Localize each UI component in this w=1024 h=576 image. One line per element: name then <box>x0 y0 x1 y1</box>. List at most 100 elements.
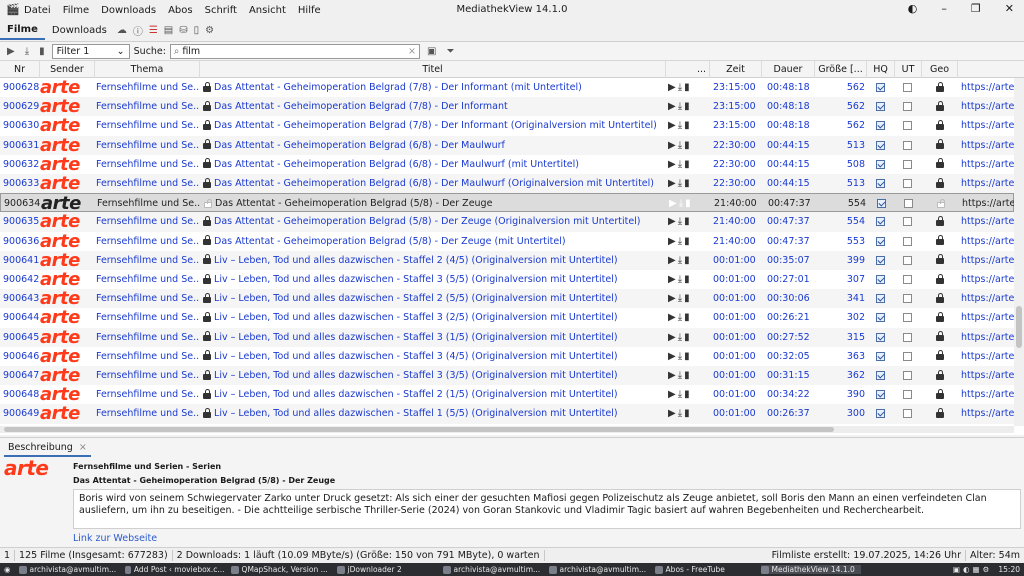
hq-checkbox[interactable] <box>876 332 885 342</box>
table-row[interactable]: 900632 arte Fernsehfilme und Se... Das Att… <box>0 155 1014 174</box>
cell-url[interactable]: https://arte <box>961 212 1014 231</box>
col-ut[interactable]: UT <box>895 61 922 78</box>
taskbar-item[interactable]: Abos - FreeTube <box>654 565 755 574</box>
bookmark-icon[interactable]: ▮ <box>684 140 692 151</box>
table-row[interactable]: 900634 arte Fernsehfilme und Se... Das Att… <box>0 193 1015 213</box>
ut-checkbox[interactable] <box>903 313 912 323</box>
play-icon[interactable]: ▶ <box>668 312 678 323</box>
col-groesse[interactable]: Größe [... <box>815 61 867 78</box>
bookmark-icon[interactable]: ▮ <box>684 216 692 227</box>
hq-checkbox[interactable] <box>876 217 885 227</box>
bookmark-icon[interactable]: ▮ <box>684 255 692 266</box>
ut-checkbox[interactable] <box>903 159 912 169</box>
ut-checkbox[interactable] <box>903 294 912 304</box>
col-nr[interactable]: Nr <box>0 61 40 78</box>
table-row[interactable]: 900647 arte Fernsehfilme und Se... Liv – L… <box>0 366 1014 386</box>
hq-checkbox[interactable] <box>876 159 885 169</box>
database-icon[interactable]: ⛁ <box>179 25 187 36</box>
play-icon[interactable]: ▶ <box>668 159 678 170</box>
cell-url[interactable]: https://arte <box>961 251 1014 270</box>
menu-downloads[interactable]: Downloads <box>101 5 156 16</box>
ut-checkbox[interactable] <box>903 102 912 112</box>
play-icon[interactable]: ▶ <box>668 255 678 266</box>
tab-downloads[interactable]: Downloads <box>45 22 114 39</box>
bookmark-icon[interactable]: ▮ <box>684 82 692 93</box>
col-thema[interactable]: Thema <box>95 61 200 78</box>
theme-toggle-icon[interactable]: ◐ <box>908 2 918 15</box>
bookmark-icon[interactable]: ▮ <box>684 101 692 112</box>
bookmark-icon[interactable]: ▮ <box>684 159 692 170</box>
cell-url[interactable]: https://arte <box>961 404 1014 423</box>
table-row[interactable]: 900629 arte Fernsehfilme und Se... Das Att… <box>0 97 1014 117</box>
cell-url[interactable]: https://arte <box>961 116 1014 135</box>
close-tab-icon[interactable]: × <box>79 442 87 453</box>
tab-filme[interactable]: Filme <box>0 21 45 40</box>
bookmark-icon[interactable]: ▮ <box>684 120 692 131</box>
col-titel[interactable]: Titel <box>200 61 666 78</box>
close-button[interactable]: ✕ <box>1005 2 1014 15</box>
bookmark-icon[interactable]: ▮ <box>684 274 692 285</box>
minimize-button[interactable]: – <box>941 2 947 15</box>
ut-checkbox[interactable] <box>903 275 912 284</box>
hq-checkbox[interactable] <box>876 313 885 323</box>
menu-datei[interactable]: Datei <box>24 5 51 16</box>
table-row[interactable]: 900642 arte Fernsehfilme und Se... Liv – L… <box>0 270 1014 289</box>
cell-url[interactable]: https://arte <box>961 385 1014 404</box>
menu-ansicht[interactable]: Ansicht <box>249 5 286 16</box>
table-row[interactable]: 900635 arte Fernsehfilme und Se... Das Att… <box>0 212 1014 232</box>
bookmark-icon[interactable]: ▮ <box>684 370 692 381</box>
table-row[interactable]: 900636 arte Fernsehfilme und Se... Das Att… <box>0 232 1014 251</box>
list-icon[interactable]: ☰ <box>149 25 158 36</box>
play-icon[interactable]: ▶ <box>668 101 678 112</box>
cloud-download-icon[interactable]: ☁ <box>117 25 127 36</box>
cell-url[interactable]: https://arte <box>962 194 1015 213</box>
table-row[interactable]: 900649 arte Fernsehfilme und Se... Liv – L… <box>0 404 1014 424</box>
play-icon[interactable]: ▶ <box>668 332 678 343</box>
cell-url[interactable]: https://arte <box>961 232 1014 251</box>
cell-url[interactable]: https://arte <box>961 289 1014 308</box>
play-icon[interactable]: ▶ <box>668 408 678 419</box>
cell-url[interactable]: https://arte <box>961 155 1014 174</box>
cell-url[interactable]: https://arte <box>961 347 1014 366</box>
cell-url[interactable]: https://arte <box>961 270 1014 289</box>
hq-checkbox[interactable] <box>876 371 885 380</box>
menu-filme[interactable]: Filme <box>63 5 89 16</box>
play-icon[interactable]: ▶ <box>668 140 678 151</box>
play-icon[interactable]: ▶ <box>668 178 678 189</box>
hq-checkbox[interactable] <box>876 390 885 400</box>
vertical-scrollbar[interactable] <box>1014 78 1024 426</box>
hq-checkbox[interactable] <box>877 199 886 209</box>
hq-checkbox[interactable] <box>876 121 885 131</box>
ut-checkbox[interactable] <box>903 255 912 265</box>
table-row[interactable]: 900628 arte Fernsehfilme und Se... Das Att… <box>0 78 1014 97</box>
filter-select[interactable]: Filter 1 ⌄ <box>51 43 130 59</box>
play-icon[interactable]: ▶ <box>668 293 678 304</box>
hq-checkbox[interactable] <box>876 179 885 188</box>
ut-checkbox[interactable] <box>903 121 912 131</box>
bookmark-icon[interactable]: ▮ <box>684 389 692 400</box>
play-icon[interactable]: ▶ <box>668 370 678 381</box>
table-row[interactable]: 900631 arte Fernsehfilme und Se... Das Att… <box>0 135 1014 155</box>
taskbar-item[interactable]: MediathekView 14.1.0 <box>760 565 861 574</box>
info-icon[interactable]: ⓘ <box>133 23 143 38</box>
table-row[interactable]: 900646 arte Fernsehfilme und Se... Liv – L… <box>0 347 1014 366</box>
table-row[interactable]: 900633 arte Fernsehfilme und Se... Das Att… <box>0 174 1014 194</box>
taskbar-item[interactable]: archivista@avmultim... <box>442 565 543 574</box>
taskbar-item[interactable]: archivista@avmultim... <box>548 565 649 574</box>
table-row[interactable]: 900641 arte Fernsehfilme und Se... Liv – L… <box>0 250 1014 270</box>
col-hq[interactable]: HQ <box>867 61 895 78</box>
play-icon[interactable]: ▶ <box>668 120 678 131</box>
download-icon[interactable]: ⤓ <box>25 46 29 57</box>
table-row[interactable]: 900648 arte Fernsehfilme und Se... Liv – L… <box>0 385 1014 404</box>
taskbar-item[interactable]: archivista@avmultim... <box>18 565 119 574</box>
cell-url[interactable]: https://arte <box>961 136 1014 155</box>
taskbar-item[interactable]: Add Post ‹ moviebox.c... <box>124 565 225 574</box>
hq-checkbox[interactable] <box>876 255 885 265</box>
ut-checkbox[interactable] <box>904 199 913 209</box>
bookmark-icon[interactable]: ▮ <box>684 293 692 304</box>
hq-checkbox[interactable] <box>876 409 885 419</box>
taskbar-item[interactable]: QMapShack, Version ... <box>230 565 331 574</box>
maximize-button[interactable]: ❐ <box>971 2 981 15</box>
clear-icon[interactable]: × <box>408 46 416 57</box>
ut-checkbox[interactable] <box>903 217 912 227</box>
